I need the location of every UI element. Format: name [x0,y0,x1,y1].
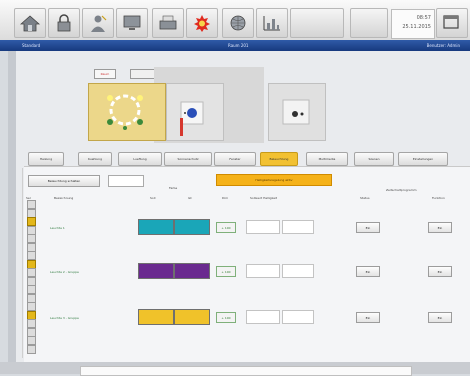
brightness-input[interactable] [246,310,280,324]
user-label: Benutzer: Admin [426,43,460,48]
clock-display: 08:57 25.11.2015 [391,9,435,39]
function-button[interactable]: Ein [428,222,452,233]
status-field [80,366,412,376]
status-button[interactable]: Ein [356,266,380,277]
light-ring-icon [107,94,143,130]
room-tab-raum[interactable]: Raum [94,69,116,79]
row-name: Leuchte 1 [50,226,65,230]
col-schedule: Zeitschaltprogramm [386,188,417,192]
filter-field[interactable] [108,175,144,187]
room-title: Raum 201 [228,43,249,48]
tab-heizung[interactable]: Heizung [28,152,64,166]
window-icon[interactable] [436,8,468,38]
profile-label: Standard [22,43,41,48]
clock-date: 25.11.2015 [402,24,431,30]
lock-icon[interactable] [48,8,80,38]
main-toolbar: 08:57 25.11.2015 [0,0,470,40]
tab-szenen[interactable]: Szenen [354,152,394,166]
tab-kuehlung[interactable]: Kuehlung [78,152,112,166]
globe-icon[interactable] [222,8,254,38]
alarm-icon[interactable] [186,8,218,38]
tab-lueftung[interactable]: Lueftung [118,152,162,166]
selection-column [24,200,38,356]
color-swatch-soll[interactable] [138,263,174,279]
person-icon[interactable] [82,8,114,38]
home-icon[interactable] [14,8,46,38]
toolbar-blank-button[interactable] [290,8,344,38]
tab-beleuchtung[interactable]: Beleuchtung [260,152,298,166]
col-name: Bezeichnung [54,196,74,200]
function-button[interactable]: Ein [428,266,452,277]
clock-time: 08:57 [416,15,431,21]
switch-lighting-button[interactable]: Beleuchtung schalten [28,175,100,187]
row-select-checkbox[interactable] [27,344,36,354]
value-button[interactable]: + 100 [216,222,236,233]
brightness-input-2[interactable] [282,310,314,324]
color-swatch-soll[interactable] [138,219,174,235]
col-value: Sollwert Helligkeit [250,196,278,200]
tab-einstellungen[interactable]: Einstellungen [398,152,448,166]
sensor-icon [180,101,204,136]
light-panel[interactable] [88,83,166,141]
color-swatch-soll[interactable] [138,309,174,325]
brightness-input[interactable] [246,264,280,278]
sensor-panel[interactable] [166,83,224,141]
row-name: Leuchte 2 - Gruppe [50,270,79,274]
col-color-group: Farbe [169,186,178,190]
tab-fenster[interactable]: Fenster [214,152,256,166]
brightness-input-2[interactable] [282,264,314,278]
display-icon[interactable] [116,8,148,38]
tab-multimedia[interactable]: Multimedia [306,152,348,166]
title-bar: Standard Raum 201 Benutzer: Admin [0,40,470,51]
brightness-input-2[interactable] [282,220,314,234]
regulation-banner[interactable]: Helligkeitsregelung aktiv [216,174,332,186]
printer-icon[interactable] [152,8,184,38]
col-function: Funktion [432,196,445,200]
device-icon [282,99,310,125]
value-button[interactable]: + 100 [216,312,236,323]
color-swatch-ist[interactable] [174,309,210,325]
row-name: Leuchte 3 - Gruppe [50,316,79,320]
col-status: Status [360,196,370,200]
device-panel[interactable] [268,83,326,141]
divider [22,168,23,358]
chart-icon[interactable] [256,8,288,38]
col-color-soll: Soll [150,196,156,200]
col-color-ist: Ist [188,196,192,200]
col-dim: Dim [222,196,229,200]
status-button[interactable]: Ein [356,222,380,233]
value-button[interactable]: + 100 [216,266,236,277]
toolbar-blank-button-2[interactable] [350,8,388,38]
color-swatch-ist[interactable] [174,263,210,279]
brightness-input[interactable] [246,220,280,234]
function-button[interactable]: Ein [428,312,452,323]
tab-sonnenschutz[interactable]: Sonnenschutz [164,152,212,166]
status-button[interactable]: Ein [356,312,380,323]
color-swatch-ist[interactable] [174,219,210,235]
